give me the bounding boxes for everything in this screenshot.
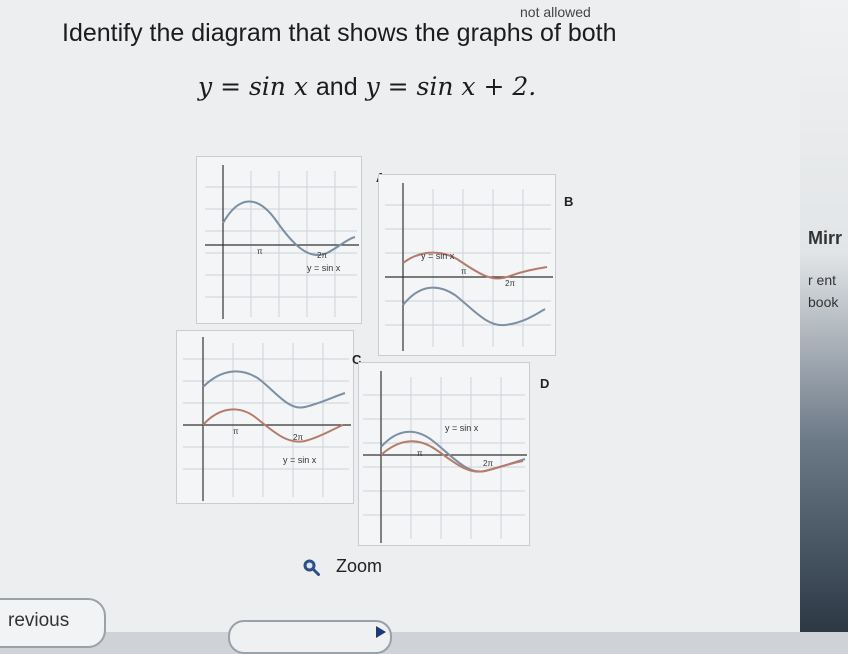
tick-2pi-d: 2π [483,459,493,468]
grid-b [385,189,551,347]
lower-curve-b [402,286,546,327]
tick-2pi-c: 2π [293,433,303,442]
graph-option-b[interactable]: y = sin x π 2π [378,174,556,356]
tick-2pi-b: 2π [505,279,515,288]
tick-pi-c: π [233,427,239,436]
question-text: Identify the diagram that shows the grap… [62,19,617,47]
graph-option-d[interactable]: y = sin x π 2π [358,362,530,546]
grid-d [363,377,525,539]
curve-label-b: y = sin x [421,251,455,261]
question-equations: y = sin x and y = sin x + 2. [198,72,536,102]
graph-a-svg [205,165,359,319]
side-panel: Mirr r ent book [800,0,848,632]
upper-curve-c [202,370,346,409]
side-panel-text-2: book [808,294,839,310]
tick-2pi-a: 2π [317,251,327,260]
curve-label-a: y = sin x [307,263,341,273]
previous-label: revious [8,610,70,631]
magnifier-icon [303,559,320,576]
equation-sin-plus-2: y = sin x + 2. [365,72,537,101]
next-button[interactable] [228,620,392,654]
tick-pi-d: π [417,449,423,458]
zoom-button[interactable]: Zoom [302,556,382,577]
graph-d-svg [363,371,527,543]
equation-sin: y = sin x [198,72,308,101]
tick-pi-b: π [461,267,467,276]
side-panel-text-1: r ent [808,272,837,288]
curve-label-c: y = sin x [283,455,317,465]
curve-label-d: y = sin x [445,423,479,433]
graph-b-svg [385,183,553,351]
option-letter-d: D [540,376,550,391]
graph-option-a[interactable]: y = sin x π 2π [196,156,362,324]
option-letter-b: B [564,194,574,209]
tick-pi-a: π [257,247,263,256]
side-panel-title: Mirr [808,228,843,248]
cursor-arrow-icon [376,626,386,638]
equation-joiner: and [315,73,358,101]
zoom-label: Zoom [336,556,383,576]
graph-c-svg [183,337,351,501]
graph-option-c[interactable]: y = sin x π 2π [176,330,354,504]
previous-button[interactable]: revious [0,598,106,648]
